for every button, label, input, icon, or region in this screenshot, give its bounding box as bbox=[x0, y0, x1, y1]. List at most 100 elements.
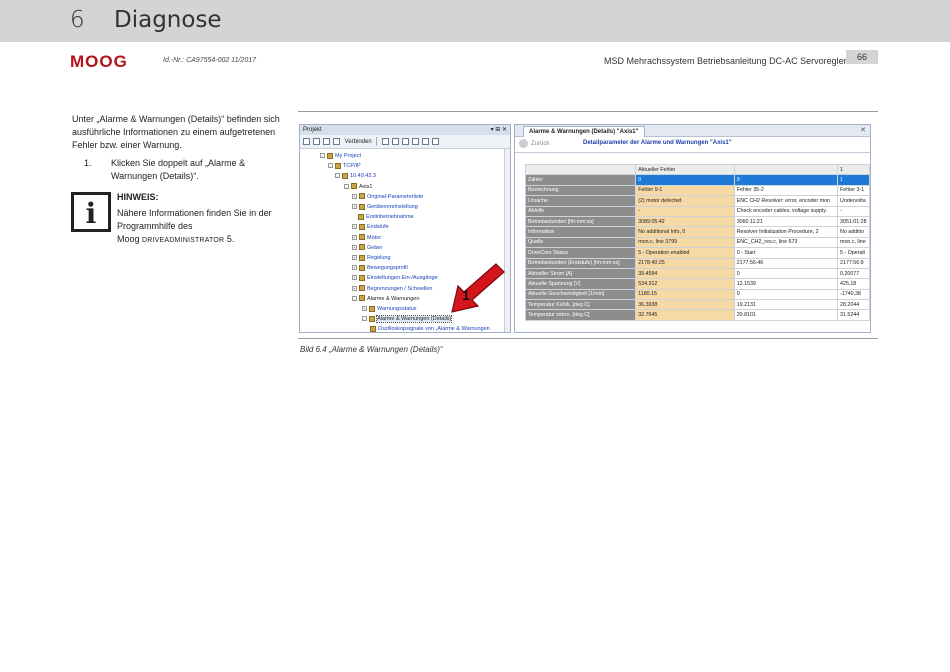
tree-item[interactable]: - My Project bbox=[320, 151, 361, 161]
close-icon[interactable]: ✕ bbox=[860, 126, 866, 134]
tab-alarms-details[interactable]: Alarme & Warnungen (Details) "Axis1" bbox=[523, 126, 645, 137]
tree-expander-icon[interactable]: - bbox=[352, 295, 357, 301]
tree-icon[interactable] bbox=[402, 137, 410, 145]
tree-expander-icon[interactable]: - bbox=[344, 183, 349, 189]
grid-icon[interactable] bbox=[382, 137, 390, 145]
tree-expander-icon[interactable]: - bbox=[362, 316, 367, 322]
tree-item[interactable]: - Alarme & Warnungen bbox=[352, 294, 419, 304]
tree-item[interactable]: + Endstufe bbox=[352, 222, 389, 232]
tree-item-label: Motor bbox=[367, 234, 382, 241]
step-text: Klicken Sie doppelt auf „Alarme & Warnun… bbox=[111, 158, 246, 181]
detail-nav-bar: Zurück Detailparameter der Alarme und Wa… bbox=[515, 137, 870, 153]
table-cell: 5 - Operati bbox=[837, 247, 870, 259]
tree-expander-icon[interactable]: + bbox=[352, 255, 357, 261]
tree-expander-icon[interactable]: + bbox=[352, 204, 357, 210]
tree-item[interactable]: + Begrenzungen / Schwellen bbox=[352, 284, 432, 294]
tree-item[interactable]: + Warnungsstatus bbox=[362, 304, 417, 314]
tab-strip: Alarme & Warnungen (Details) "Axis1" ✕ bbox=[515, 125, 870, 137]
tree-item-label: Original-Parameterliste bbox=[367, 193, 424, 200]
tree-item[interactable]: Erstinbetriebnahme bbox=[358, 212, 414, 222]
tree-expander-icon[interactable]: - bbox=[335, 173, 340, 179]
table-row[interactable]: Betriebsstunden [hh:mm:ss] 3089:05:42 3060… bbox=[524, 215, 870, 228]
tree-item[interactable]: + Original-Parameterliste bbox=[352, 192, 423, 202]
scope-icon bbox=[370, 325, 376, 332]
motor-icon bbox=[359, 234, 365, 241]
table-cell: 36.3938 bbox=[635, 299, 735, 311]
arrow-icon[interactable] bbox=[432, 137, 440, 145]
tree-expander-icon[interactable]: + bbox=[352, 244, 357, 250]
table-row[interactable]: Temperatur Kühlk. [deg C] 36.3938 19.2131 2… bbox=[524, 299, 870, 311]
tree-expander-icon[interactable]: + bbox=[352, 285, 357, 291]
tree-item-label: Erstinbetriebnahme bbox=[366, 214, 414, 221]
table-row[interactable]: Betriebsstunden (Endstufe) [hh:mm:ss] 217… bbox=[524, 257, 870, 269]
tree-expander-icon[interactable]: - bbox=[320, 153, 325, 159]
tree-expander-icon[interactable]: - bbox=[328, 163, 333, 169]
document-id: Id.-Nr.: CA97554-002 11/2017 bbox=[163, 57, 257, 64]
table-cell: Undervolta bbox=[837, 195, 870, 207]
table-row[interactable]: Information No additional Info, 0 Resolver… bbox=[524, 226, 870, 238]
open-icon[interactable] bbox=[313, 137, 320, 145]
table-row[interactable]: DriveCom Status 5 - Operation enabled 0 - … bbox=[524, 247, 870, 259]
tree-item[interactable]: + Gerätevoreinstellung bbox=[352, 202, 418, 212]
tree-item[interactable]: Oszilloskopsignale von „Alarme & Warnung… bbox=[370, 324, 490, 332]
table-cell: 31.5244 bbox=[837, 309, 870, 321]
back-button[interactable]: Zurück bbox=[519, 139, 549, 150]
list-icon[interactable] bbox=[392, 137, 400, 145]
warning-icon bbox=[369, 305, 375, 312]
delete-icon[interactable] bbox=[333, 137, 340, 145]
project-panel-title-label: Projekt bbox=[303, 127, 322, 133]
save-icon[interactable] bbox=[323, 137, 330, 145]
io-icon bbox=[359, 274, 365, 281]
import-icon[interactable] bbox=[422, 137, 430, 145]
tree-expander-icon[interactable]: + bbox=[352, 224, 357, 230]
table-row[interactable]: Aktueller Strom [A] 39.4584 0 0,20077 bbox=[524, 267, 870, 280]
table-cell: 0 bbox=[733, 267, 839, 280]
tree-item[interactable]: - Alarme & Warnungen (Details) bbox=[362, 314, 453, 324]
tree-item-label: My Project bbox=[335, 153, 361, 159]
table-cell: Fehler 9-1 bbox=[635, 184, 735, 197]
export-icon[interactable] bbox=[412, 137, 420, 145]
moog-logo: MOOG bbox=[70, 52, 128, 71]
column-header: Aktueller Fehler bbox=[635, 163, 735, 176]
row-label: Temperatur intern. [deg C] bbox=[524, 309, 637, 321]
tree-expander-icon[interactable]: + bbox=[352, 275, 357, 281]
table-row[interactable]: Aktuelle Geschwindigkeit [1/min] 1180.15 0… bbox=[524, 288, 870, 301]
tree-item[interactable]: + Regelung bbox=[352, 253, 391, 263]
table-cell: (2) motor detected bbox=[635, 195, 735, 207]
table-cell: 425,18 bbox=[837, 278, 870, 290]
row-label: Quelle bbox=[524, 236, 637, 249]
table-row[interactable]: Zähler 0 9 1 bbox=[524, 174, 870, 186]
page-number: 66 bbox=[846, 50, 878, 64]
table-row[interactable]: Ursache (2) motor detected ENC CH2 Resolve… bbox=[524, 195, 870, 207]
table-row[interactable]: Bezeichnung Fehler 9-1 Fehler 35-2 Fehler 3… bbox=[524, 184, 870, 197]
tree-expander-icon[interactable]: + bbox=[352, 265, 357, 271]
back-label: Zurück bbox=[531, 141, 550, 148]
tree-item[interactable]: - Axis1 bbox=[344, 182, 372, 192]
new-icon[interactable] bbox=[303, 137, 310, 145]
alarm-icon bbox=[359, 295, 365, 302]
connect-button[interactable]: Verbinden bbox=[345, 139, 372, 145]
tree-expander-icon[interactable]: + bbox=[352, 234, 357, 240]
table-row[interactable]: Temperatur intern. [deg C] 32.7645 20.8101… bbox=[524, 309, 870, 321]
tree-item[interactable]: - 10.49.42.3 bbox=[335, 171, 376, 181]
panel-pin-controls[interactable]: ▾ ⊞ ✕ bbox=[491, 125, 507, 135]
step-number: 1. bbox=[84, 158, 92, 168]
tree-item[interactable]: + Bewegungsprofil bbox=[352, 263, 408, 273]
tree-item[interactable]: + Geber bbox=[352, 243, 382, 253]
tree-expander-icon[interactable]: + bbox=[362, 306, 367, 312]
info-icon: i bbox=[71, 192, 111, 232]
tree-item[interactable]: + Motor bbox=[352, 233, 381, 243]
tree-item-label: Geber bbox=[367, 244, 383, 251]
project-panel-title: Projekt ▾ ⊞ ✕ bbox=[300, 125, 510, 135]
row-label: Temperatur Kühlk. [deg C] bbox=[524, 299, 637, 311]
table-cell: ENC CH2 Resolver: error, encoder mon bbox=[733, 195, 839, 207]
table-row[interactable]: Abhilfe - Check encoder cables, voltage su… bbox=[524, 205, 870, 217]
table-cell: - bbox=[837, 205, 870, 217]
tree-item[interactable]: - TCP/IP bbox=[328, 161, 361, 171]
project-toolbar: Verbinden bbox=[300, 135, 510, 149]
detail-panel: Alarme & Warnungen (Details) "Axis1" ✕ Z… bbox=[514, 124, 871, 333]
table-row[interactable]: Quelle mon.c, line 3799 ENC_CH2_res.c, lin… bbox=[524, 236, 870, 249]
table-row[interactable]: Aktuelle Spannung [V] 534.312 12.1539 425,1… bbox=[524, 278, 870, 290]
tree-item[interactable]: + Einstellungen Ein-/Ausgänge bbox=[352, 273, 438, 283]
tree-expander-icon[interactable]: + bbox=[352, 193, 357, 199]
